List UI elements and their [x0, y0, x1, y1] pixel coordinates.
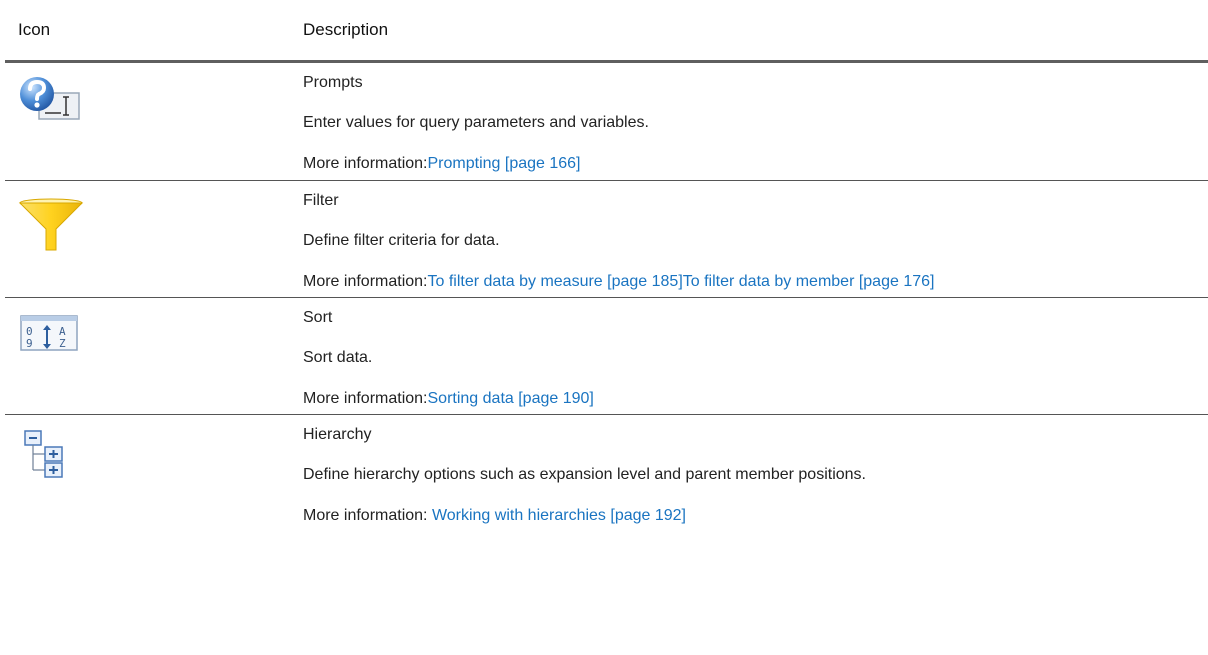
link-sorting-data[interactable]: Sorting data [page 190]	[428, 390, 594, 407]
link-prompting[interactable]: Prompting [page 166]	[428, 155, 581, 172]
table-row-sort: 0 9 A Z Sort Sort data. More information…	[5, 298, 1208, 415]
icon-description-table: Icon Description Prompts Enter values fo…	[5, 0, 1208, 535]
more-information: More information: Working with hierarchi…	[303, 506, 686, 526]
row-description: Define filter criteria for data.	[303, 232, 500, 249]
row-description: Define hierarchy options such as expansi…	[303, 466, 866, 483]
row-description: Sort data.	[303, 349, 373, 366]
row-title: Filter	[303, 192, 339, 209]
header-description-column: Description	[303, 20, 389, 39]
table-row-filter: Filter Define filter criteria for data. …	[5, 181, 1208, 298]
svg-text:9: 9	[26, 337, 33, 350]
header-icon-column: Icon	[18, 20, 51, 39]
more-information-label: More information:	[303, 507, 432, 524]
row-title: Sort	[303, 309, 333, 326]
table-row-prompts: Prompts Enter values for query parameter…	[5, 63, 1208, 181]
sort-icon: 0 9 A Z	[17, 314, 81, 359]
row-title: Hierarchy	[303, 426, 372, 443]
more-information-label: More information:	[303, 155, 428, 172]
more-information: More information:To filter data by measu…	[303, 272, 934, 292]
row-description: Enter values for query parameters and va…	[303, 114, 649, 131]
more-information-label: More information:	[303, 390, 428, 407]
svg-text:Z: Z	[59, 337, 66, 350]
table-row-hierarchy: Hierarchy Define hierarchy options such …	[5, 415, 1208, 535]
table-header: Icon Description	[5, 0, 1208, 63]
more-information: More information:Prompting [page 166]	[303, 154, 581, 174]
more-information: More information:Sorting data [page 190]	[303, 389, 594, 409]
prompts-icon	[17, 75, 87, 128]
link-filter-by-measure[interactable]: To filter data by measure [page 185]	[428, 273, 683, 290]
hierarchy-icon	[17, 429, 81, 484]
filter-funnel-icon	[17, 197, 85, 258]
row-title: Prompts	[303, 74, 363, 91]
more-information-label: More information:	[303, 273, 428, 290]
link-filter-by-member[interactable]: To filter data by member [page 176]	[683, 273, 935, 290]
link-working-with-hierarchies[interactable]: Working with hierarchies [page 192]	[432, 507, 686, 524]
